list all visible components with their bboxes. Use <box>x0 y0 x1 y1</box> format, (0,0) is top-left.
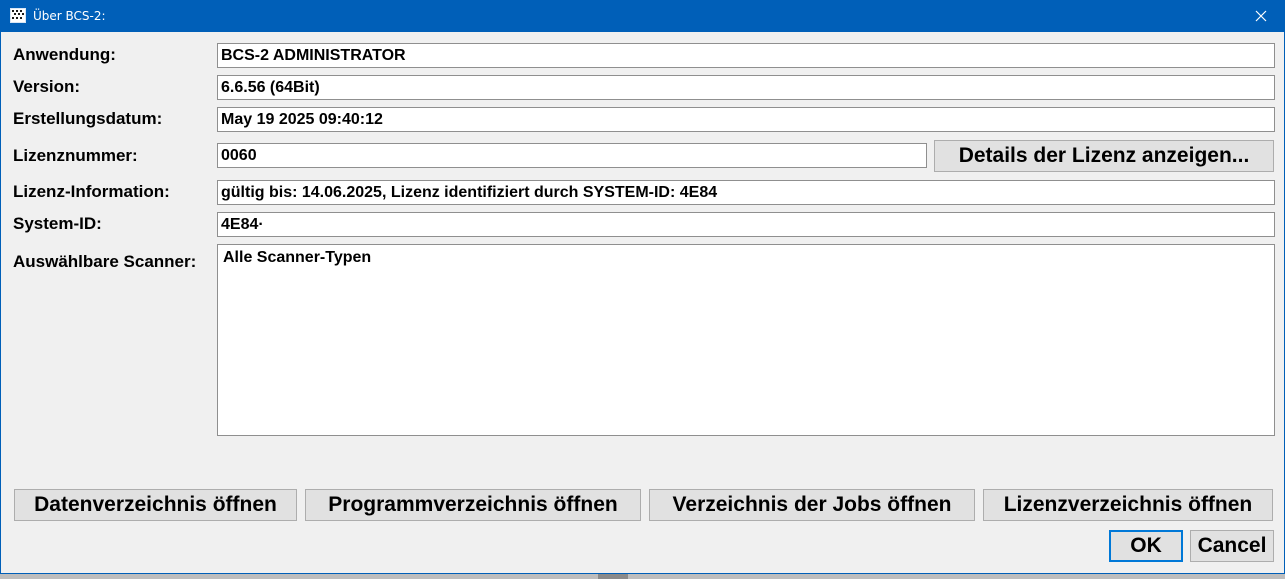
app-icon <box>10 8 26 23</box>
version-label: Version: <box>13 77 81 96</box>
scanner-label: Auswählbare Scanner: <box>13 252 197 271</box>
license-details-button[interactable]: Details der Lizenz anzeigen... <box>934 140 1274 172</box>
version-field[interactable]: 6.6.56 (64Bit) <box>217 75 1275 100</box>
ok-button[interactable]: OK <box>1109 530 1183 562</box>
lizenznummer-field[interactable]: 0060 <box>217 143 927 168</box>
open-license-directory-button[interactable]: Lizenzverzeichnis öffnen <box>983 489 1273 521</box>
open-data-directory-button[interactable]: Datenverzeichnis öffnen <box>14 489 297 521</box>
anwendung-field[interactable]: BCS-2 ADMINISTRATOR <box>217 43 1275 68</box>
erstellungsdatum-label: Erstellungsdatum: <box>13 109 163 128</box>
erstellungsdatum-field[interactable]: May 19 2025 09:40:12 <box>217 107 1275 132</box>
close-icon <box>1255 10 1267 22</box>
cancel-button[interactable]: Cancel <box>1190 530 1274 562</box>
open-program-directory-button[interactable]: Programmverzeichnis öffnen <box>305 489 641 521</box>
lizenznummer-label: Lizenznummer: <box>13 146 138 165</box>
open-jobs-directory-button[interactable]: Verzeichnis der Jobs öffnen <box>649 489 975 521</box>
system-id-field[interactable]: 4E84· <box>217 212 1275 237</box>
scanner-list-item[interactable]: Alle Scanner-Typen <box>223 249 371 266</box>
scanner-list[interactable]: Alle Scanner-Typen <box>217 244 1275 436</box>
lizenz-information-field[interactable]: gültig bis: 14.06.2025, Lizenz identifiz… <box>217 180 1275 205</box>
background-segment <box>598 574 628 579</box>
window-title: Über BCS-2: <box>33 9 106 23</box>
title-bar[interactable]: Über BCS-2: <box>1 0 1284 32</box>
system-id-label: System-ID: <box>13 214 102 233</box>
about-dialog: Über BCS-2: Anwendung: BCS-2 ADMINISTRAT… <box>0 0 1285 574</box>
anwendung-label: Anwendung: <box>13 45 116 64</box>
close-button[interactable] <box>1238 0 1284 32</box>
background-strip <box>0 574 1285 579</box>
lizenz-information-label: Lizenz-Information: <box>13 182 170 201</box>
